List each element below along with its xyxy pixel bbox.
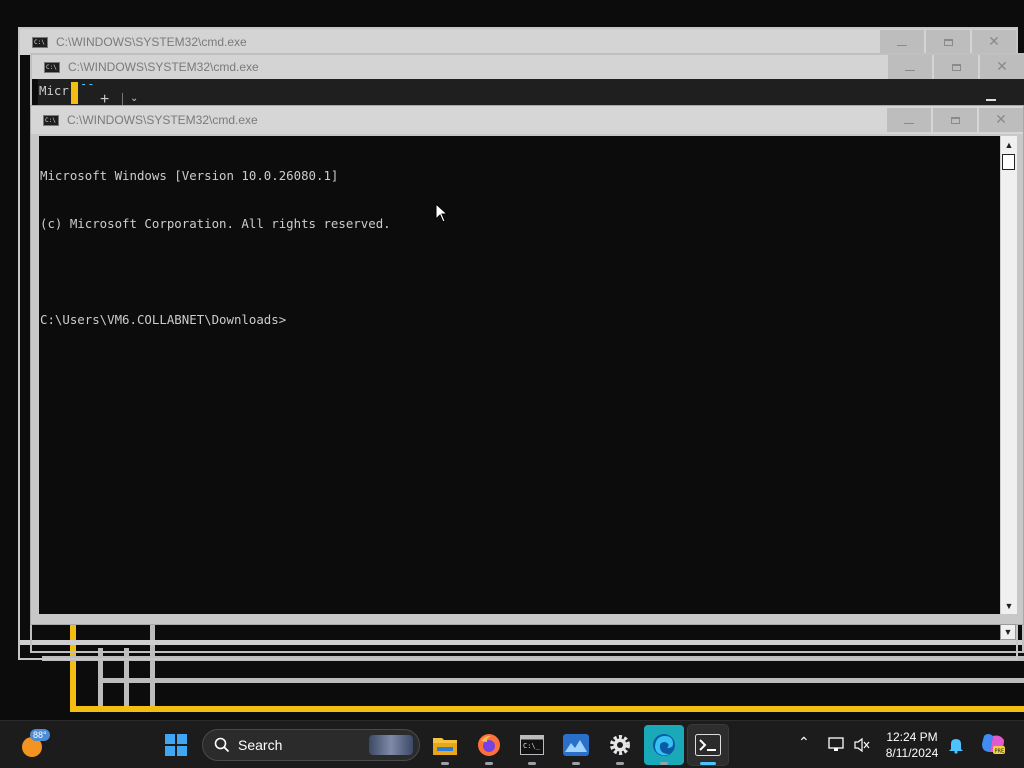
gray-frame-hline-1 [98,678,1024,683]
taskbar-settings[interactable] [600,725,640,765]
search-label: Search [238,737,283,753]
temperature-badge: 88° [30,729,50,741]
scroll-up-icon[interactable]: ▲ [1001,136,1017,153]
window-title: C:\WINDOWS\SYSTEM32\cmd.exe [68,60,259,74]
chevron-up-icon[interactable]: ⌃ [798,734,810,751]
clock-time: 12:24 PM [886,730,938,744]
close-icon: ✕ [988,34,1000,50]
cmd-icon: C:\ [43,114,59,126]
title-bar[interactable]: C:\ C:\WINDOWS\SYSTEM32\cmd.exe ✕ [20,29,1016,55]
maximize-button[interactable] [934,55,978,79]
running-indicator [616,762,624,765]
edge-icon [653,734,675,756]
terminal-tabbar [38,79,1024,105]
search-icon [214,737,230,753]
minimize-button[interactable] [887,108,931,132]
cmd-window-main[interactable]: C:\ C:\WINDOWS\SYSTEM32\cmd.exe ✕ Micros… [30,105,1024,640]
cmd-icon: C:\_ [520,735,544,755]
search-input[interactable]: Search [202,729,420,761]
console-prompt: C:\Users\VM6.COLLABNET\Downloads> [40,312,287,327]
outer-scroll-down-icon[interactable]: ▼ [1000,624,1016,640]
chevron-down-icon[interactable]: ⌄ [130,93,138,104]
running-indicator [528,762,536,765]
scroll-down-icon[interactable]: ▼ [1001,597,1017,614]
firefox-icon [478,734,500,756]
taskbar-command-prompt[interactable]: C:\_ [512,725,552,765]
svg-text:C:\_: C:\_ [523,742,541,750]
close-icon: ✕ [995,112,1007,128]
bell-icon[interactable] [948,736,964,754]
search-highlight-image-icon [369,735,413,755]
console-line: (c) Microsoft Corporation. All rights re… [40,216,391,231]
tab-divider [122,93,123,105]
console-line: Microsoft Windows [Version 10.0.26080.1] [40,168,339,183]
running-indicator [660,762,668,765]
photos-icon [563,734,589,756]
window-title: C:\WINDOWS\SYSTEM32\cmd.exe [56,35,247,49]
console-peek-dashes: -- [80,77,95,91]
taskbar-firefox[interactable] [469,725,509,765]
minimize-button[interactable] [888,55,932,79]
mouse-pointer-icon [435,203,449,223]
svg-text:PRE: PRE [995,749,1005,755]
taskbar-photos[interactable] [556,725,596,765]
cmd-icon: C:\ [32,36,48,48]
running-indicator [572,762,580,765]
network-icon[interactable] [828,737,846,753]
taskbar-edge[interactable] [644,725,684,765]
gear-icon [610,735,630,755]
window-title: C:\WINDOWS\SYSTEM32\cmd.exe [67,113,258,127]
volume-muted-icon[interactable] [853,737,871,753]
windows-logo-icon [165,734,187,756]
minimize-icon [904,122,914,124]
yellow-cursor [71,82,78,104]
minimize-dash-icon[interactable] [986,99,996,101]
console-output[interactable]: Microsoft Windows [Version 10.0.26080.1]… [39,136,1000,614]
running-indicator [441,762,449,765]
running-indicator [700,762,716,765]
taskbar: 88° Search C:\_ ⌃ 12:24 PM 8/11/2024 PRE [0,720,1024,768]
title-bar[interactable]: C:\ C:\WINDOWS\SYSTEM32\cmd.exe ✕ [32,55,1024,79]
start-button[interactable] [156,725,196,765]
maximize-icon [950,116,960,124]
copilot-icon[interactable]: PRE [980,732,1006,756]
running-indicator [485,762,493,765]
folder-icon [433,738,457,755]
cmd-icon: C:\ [44,61,60,73]
maximize-button[interactable] [933,108,977,132]
close-button[interactable]: ✕ [980,55,1024,79]
close-button[interactable]: ✕ [972,30,1016,54]
terminal-icon [695,734,721,756]
maximize-button[interactable] [926,30,970,54]
yellow-frame-bottom [70,706,1024,712]
minimize-button[interactable] [880,30,924,54]
maximize-icon [951,63,961,71]
desktop: C:\ C:\WINDOWS\SYSTEM32\cmd.exe ✕ C:\ C:… [0,0,1024,720]
console-peek-text: Micr [39,83,69,98]
close-button[interactable]: ✕ [979,108,1023,132]
title-bar[interactable]: C:\ C:\WINDOWS\SYSTEM32\cmd.exe ✕ [31,106,1023,134]
minimize-icon [905,69,915,71]
close-icon: ✕ [996,59,1008,75]
vertical-scrollbar[interactable]: ▲ ▼ [1000,136,1017,614]
taskbar-terminal[interactable] [687,724,729,766]
clock[interactable]: 12:24 PM 8/11/2024 [872,729,952,761]
minimize-icon [897,44,907,46]
scroll-thumb[interactable] [1002,154,1015,170]
weather-widget[interactable]: 88° [20,729,56,761]
maximize-icon [943,38,953,46]
clock-date: 8/11/2024 [885,746,939,760]
taskbar-file-explorer[interactable] [425,725,465,765]
